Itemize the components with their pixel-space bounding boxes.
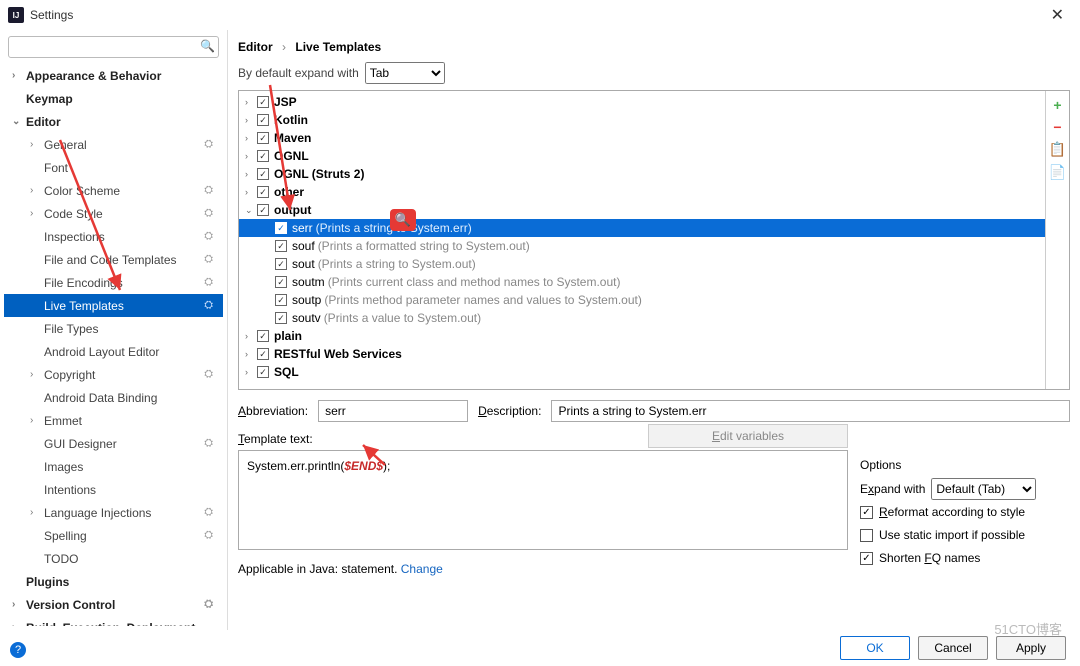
template-group[interactable]: ›✓OGNL (Struts 2) — [239, 165, 1045, 183]
scope-icon: ⛭ — [204, 506, 213, 519]
close-icon[interactable]: ✕ — [1043, 1, 1072, 29]
template-item[interactable]: ✓souf (Prints a formatted string to Syst… — [239, 237, 1045, 255]
expand-with-label: Expand with — [860, 482, 925, 496]
sidebar-item[interactable]: ›Language Injections⛭ — [4, 501, 223, 524]
breadcrumb-leaf: Live Templates — [295, 40, 381, 54]
scope-icon: ⛭ — [204, 207, 213, 220]
sidebar-item[interactable]: ›Emmet — [4, 409, 223, 432]
template-text-label: Template text: — [238, 432, 313, 446]
remove-icon[interactable]: − — [1053, 119, 1061, 135]
static-import-checkbox[interactable] — [860, 529, 873, 542]
window-title: Settings — [30, 8, 1043, 22]
sidebar-item[interactable]: File and Code Templates⛭ — [4, 248, 223, 271]
breadcrumb: Editor › Live Templates — [238, 36, 1070, 62]
template-item[interactable]: ✓serr (Prints a string to System.err) — [239, 219, 1045, 237]
sidebar-item[interactable]: TODO — [4, 547, 223, 570]
template-group[interactable]: ›✓OGNL — [239, 147, 1045, 165]
scope-icon: ⛭ — [204, 184, 213, 197]
apply-button[interactable]: Apply — [996, 636, 1066, 660]
sidebar-item[interactable]: Plugins — [4, 570, 223, 593]
sidebar-item[interactable]: Spelling⛭ — [4, 524, 223, 547]
template-group[interactable]: ›✓other — [239, 183, 1045, 201]
sidebar-item[interactable]: ›Build, Execution, Deployment — [4, 616, 223, 626]
template-item[interactable]: ✓soutm (Prints current class and method … — [239, 273, 1045, 291]
template-group[interactable]: ›✓SQL — [239, 363, 1045, 381]
search-icon: 🔍 — [200, 39, 215, 53]
expand-default-select[interactable]: Tab — [365, 62, 445, 84]
sidebar-item[interactable]: ›General⛭ — [4, 133, 223, 156]
edit-variables-button[interactable]: Edit variables — [648, 424, 848, 448]
scope-icon: ⛭ — [204, 230, 213, 243]
sidebar-item[interactable]: Inspections⛭ — [4, 225, 223, 248]
sidebar-item[interactable]: ⌄Editor — [4, 110, 223, 133]
sidebar-item[interactable]: Live Templates⛭ — [4, 294, 223, 317]
scope-icon: ⛭ — [204, 529, 213, 542]
shorten-checkbox[interactable]: ✓ — [860, 552, 873, 565]
template-group[interactable]: ›✓Kotlin — [239, 111, 1045, 129]
cancel-button[interactable]: Cancel — [918, 636, 988, 660]
sidebar-item[interactable]: GUI Designer⛭ — [4, 432, 223, 455]
template-list[interactable]: ›✓JSP›✓Kotlin›✓Maven›✓OGNL›✓OGNL (Struts… — [239, 91, 1045, 389]
scope-icon: ⛭ — [204, 276, 213, 289]
template-text-editor[interactable]: System.err.println($END$); — [238, 450, 848, 550]
static-import-label: Use static import if possible — [879, 528, 1025, 542]
description-input[interactable] — [551, 400, 1070, 422]
template-item[interactable]: ✓soutp (Prints method parameter names an… — [239, 291, 1045, 309]
expand-default-label: By default expand with — [238, 66, 359, 80]
app-icon: IJ — [8, 7, 24, 23]
template-group[interactable]: ›✓JSP — [239, 93, 1045, 111]
scope-icon: ⛭ — [204, 598, 213, 611]
sidebar-item[interactable]: Android Data Binding — [4, 386, 223, 409]
abbreviation-input[interactable] — [318, 400, 468, 422]
sidebar-item[interactable]: ›Appearance & Behavior — [4, 64, 223, 87]
sidebar-item[interactable]: File Encodings⛭ — [4, 271, 223, 294]
change-context-link[interactable]: Change — [401, 562, 443, 576]
template-group[interactable]: ⌄✓output — [239, 201, 1045, 219]
scope-icon: ⛭ — [204, 253, 213, 266]
help-icon[interactable]: ? — [10, 642, 26, 658]
scope-icon: ⛭ — [204, 437, 213, 450]
sidebar-item[interactable]: ›Code Style⛭ — [4, 202, 223, 225]
sidebar-item[interactable]: ›Copyright⛭ — [4, 363, 223, 386]
sidebar-item[interactable]: Font — [4, 156, 223, 179]
sidebar-item[interactable]: Keymap — [4, 87, 223, 110]
scope-icon: ⛭ — [204, 368, 213, 381]
options-title: Options — [860, 458, 1070, 472]
sidebar-item[interactable]: Images — [4, 455, 223, 478]
sidebar-item[interactable]: ›Version Control⛭ — [4, 593, 223, 616]
reformat-checkbox[interactable]: ✓ — [860, 506, 873, 519]
shorten-label: Shorten FQ names — [879, 551, 980, 565]
template-item[interactable]: ✓soutv (Prints a value to System.out) — [239, 309, 1045, 327]
sidebar-item[interactable]: Intentions — [4, 478, 223, 501]
reformat-label: Reformat according to style — [879, 505, 1025, 519]
abbreviation-label: Abbreviation: — [238, 404, 308, 418]
template-group[interactable]: ›✓RESTful Web Services — [239, 345, 1045, 363]
applicable-context: Applicable in Java: statement. Change — [238, 562, 848, 576]
template-group[interactable]: ›✓Maven — [239, 129, 1045, 147]
description-label: Description: — [478, 404, 541, 418]
search-input[interactable] — [8, 36, 219, 58]
expand-with-select[interactable]: Default (Tab) — [931, 478, 1036, 500]
add-icon[interactable]: + — [1053, 97, 1061, 113]
template-group[interactable]: ›✓plain — [239, 327, 1045, 345]
settings-tree[interactable]: ›Appearance & BehaviorKeymap⌄Editor›Gene… — [4, 64, 223, 626]
scope-icon: ⛭ — [204, 299, 213, 312]
template-item[interactable]: ✓sout (Prints a string to System.out) — [239, 255, 1045, 273]
sidebar-item[interactable]: ›Color Scheme⛭ — [4, 179, 223, 202]
copy-icon[interactable]: 📋 — [1049, 141, 1066, 158]
sidebar-item[interactable]: Android Layout Editor — [4, 340, 223, 363]
paste-icon[interactable]: 📄 — [1049, 164, 1066, 181]
ok-button[interactable]: OK — [840, 636, 910, 660]
sidebar-item[interactable]: File Types — [4, 317, 223, 340]
breadcrumb-root: Editor — [238, 40, 273, 54]
scope-icon: ⛭ — [204, 138, 213, 151]
